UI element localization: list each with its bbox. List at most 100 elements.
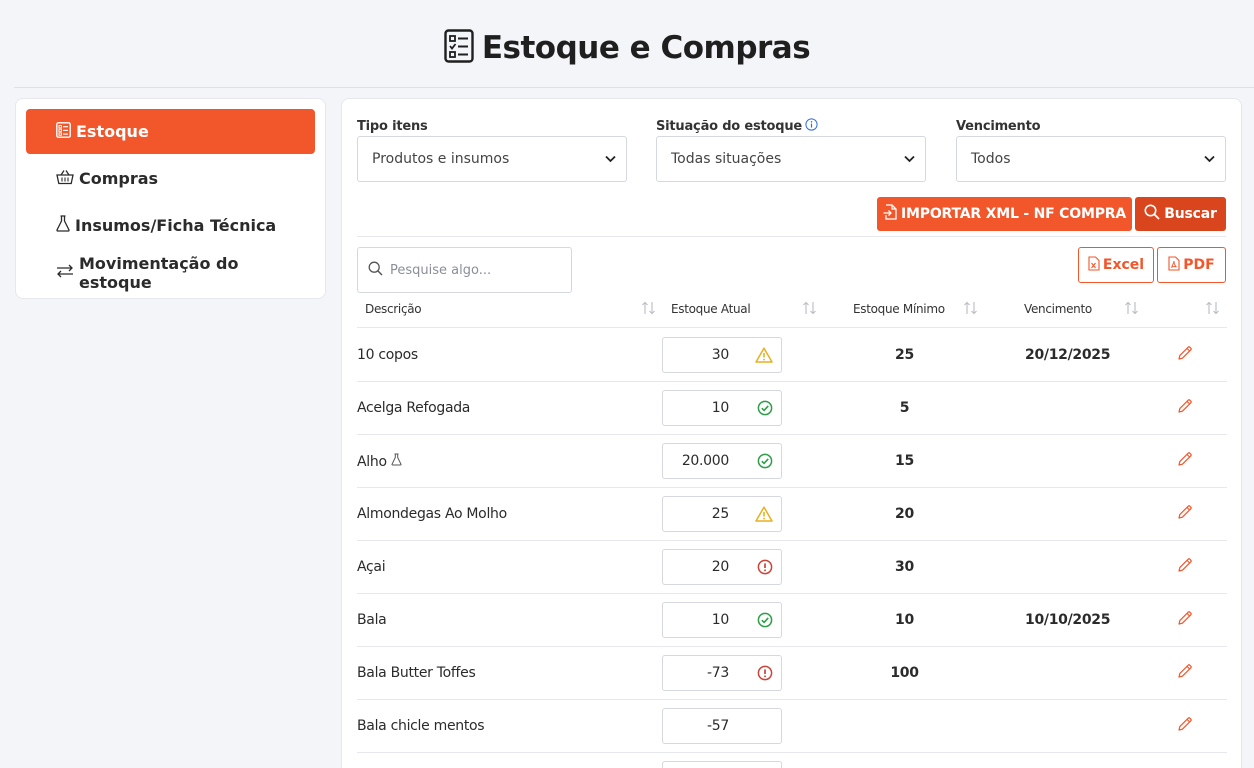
stock-value: 20	[711, 559, 730, 575]
title-wrap: Estoque e Compras	[444, 29, 811, 67]
stock-input[interactable]: -57	[662, 708, 782, 744]
sort-icon[interactable]	[1205, 301, 1221, 318]
stock-input[interactable]: 10	[662, 602, 782, 638]
sidebar-item-label: Movimentação do estoque	[79, 253, 239, 292]
vencimento-select[interactable]: Todos	[956, 136, 1226, 182]
sidebar-item-label: Compras	[79, 169, 159, 188]
row-description-text: Bala Butter Toffes	[357, 665, 476, 681]
select-value: Todos	[971, 151, 1011, 167]
stock-value: 30	[711, 347, 730, 363]
edit-pencil-icon[interactable]	[1177, 663, 1193, 683]
filter-label-text: Vencimento	[956, 118, 1041, 134]
check-circle-icon	[757, 400, 773, 420]
table-row: Almondegas Ao Molho 25 20	[357, 488, 1227, 541]
filter-label: Vencimento	[956, 118, 1226, 134]
sidebar-item-compras[interactable]: Compras	[26, 156, 315, 201]
sidebar: Estoque Compras Insumos/Ficha Técnica Mo…	[15, 98, 326, 299]
arrows-icon	[56, 263, 74, 282]
stock-input[interactable]: 25	[662, 496, 782, 532]
page-header: Estoque e Compras	[0, 0, 1254, 88]
select-value: Produtos e insumos	[372, 151, 510, 167]
sidebar-item-estoque[interactable]: Estoque	[26, 109, 315, 154]
export-pdf-button[interactable]: PDF	[1157, 247, 1226, 283]
row-description-text: Almondegas Ao Molho	[357, 506, 507, 522]
row-description: Almondegas Ao Molho	[357, 506, 507, 522]
filter-label: Situação do estoque	[656, 117, 926, 135]
row-minimum: 20	[895, 506, 914, 522]
stock-input[interactable]: 20	[662, 549, 782, 585]
import-xml-button[interactable]: IMPORTAR XML - NF COMPRA	[877, 197, 1132, 231]
flask-icon	[56, 215, 70, 236]
table-row: 10 copos 30 25 20/12/2025	[357, 329, 1227, 382]
edit-pencil-icon[interactable]	[1177, 610, 1193, 630]
excel-label: Excel	[1102, 257, 1145, 273]
stock-value: -57	[707, 718, 729, 734]
alert-circle-icon	[757, 559, 773, 579]
column-header-estoque-atual[interactable]: Estoque Atual	[671, 302, 751, 316]
filter-label-text: Situação do estoque	[656, 118, 803, 134]
search-input[interactable]	[390, 262, 560, 278]
pdf-label: PDF	[1183, 257, 1215, 273]
row-minimum: 30	[895, 559, 914, 575]
filter-label-text: Tipo itens	[357, 118, 428, 134]
situacao-select[interactable]: Todas situações	[656, 136, 926, 182]
sidebar-item-insumos[interactable]: Insumos/Ficha Técnica	[26, 203, 315, 248]
row-description-text: 10 copos	[357, 347, 418, 363]
header-divider	[14, 87, 1254, 88]
page-title: Estoque e Compras	[481, 30, 811, 66]
row-description: Bala Butter Toffes	[357, 665, 476, 681]
edit-pencil-icon[interactable]	[1177, 557, 1193, 577]
row-description: 10 copos	[357, 347, 418, 363]
search-field[interactable]	[357, 247, 572, 293]
info-icon[interactable]	[805, 117, 818, 135]
stock-input-partial[interactable]	[662, 761, 782, 768]
edit-pencil-icon[interactable]	[1177, 398, 1193, 418]
export-excel-button[interactable]: Excel	[1078, 247, 1154, 283]
import-xml-label: IMPORTAR XML - NF COMPRA	[901, 206, 1126, 222]
toolbar-divider	[357, 236, 1226, 237]
chevron-down-icon	[605, 151, 616, 167]
table-row: Bala 10 10 10/10/2025	[357, 594, 1227, 647]
column-header-descricao[interactable]: Descrição	[365, 302, 422, 316]
row-description-text: Açai	[357, 559, 386, 575]
stock-input[interactable]: -73	[662, 655, 782, 691]
sort-icon[interactable]	[1124, 301, 1140, 318]
filter-situacao: Situação do estoque Todas situações	[656, 117, 926, 182]
sidebar-item-label: Estoque	[76, 122, 149, 141]
search-button[interactable]: Buscar	[1135, 197, 1226, 231]
edit-pencil-icon[interactable]	[1177, 716, 1193, 736]
row-minimum: 5	[899, 400, 910, 416]
file-excel-icon	[1088, 255, 1100, 275]
stock-value: 25	[711, 506, 730, 522]
table-header: Descrição Estoque Atual Estoque Mínimo V…	[357, 297, 1227, 328]
sort-icon[interactable]	[802, 301, 818, 318]
row-description: Bala chicle mentos	[357, 718, 485, 734]
row-description-text: Bala	[357, 612, 387, 628]
row-minimum: 15	[895, 453, 914, 469]
stock-value: 20.000	[681, 453, 729, 469]
stock-input[interactable]: 20.000	[662, 443, 782, 479]
edit-pencil-icon[interactable]	[1177, 345, 1193, 365]
stock-input[interactable]: 10	[662, 390, 782, 426]
table-row: Açai 20 30	[357, 541, 1227, 594]
warning-icon	[755, 506, 773, 526]
flask-icon	[391, 453, 402, 470]
sort-icon[interactable]	[641, 301, 657, 318]
search-icon	[1144, 204, 1160, 224]
sidebar-item-movimentacao[interactable]: Movimentação do estoque	[26, 250, 315, 295]
chevron-down-icon	[904, 151, 915, 167]
column-header-estoque-minimo[interactable]: Estoque Mínimo	[853, 302, 945, 316]
table-row: Bala Butter Toffes -73 100	[357, 647, 1227, 700]
chevron-down-icon	[1204, 151, 1215, 167]
sort-icon[interactable]	[963, 301, 979, 318]
filter-tipo: Tipo itens Produtos e insumos	[357, 119, 627, 182]
search-icon	[368, 261, 383, 280]
stock-input[interactable]: 30	[662, 337, 782, 373]
column-header-vencimento[interactable]: Vencimento	[1024, 302, 1092, 316]
filter-label: Tipo itens	[357, 118, 627, 134]
tipo-select[interactable]: Produtos e insumos	[357, 136, 627, 182]
edit-pencil-icon[interactable]	[1177, 504, 1193, 524]
list-icon	[56, 121, 71, 142]
row-description: Açai	[357, 559, 386, 575]
edit-pencil-icon[interactable]	[1177, 451, 1193, 471]
